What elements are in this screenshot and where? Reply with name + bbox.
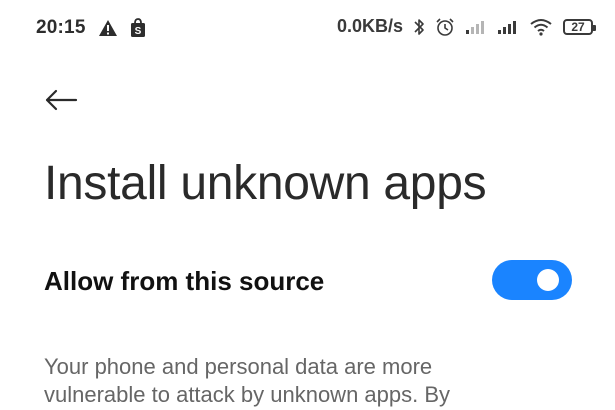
network-speed: 0.0KB/s — [336, 16, 403, 36]
warning-icon — [98, 19, 118, 37]
allow-from-source-row[interactable]: Allow from this source — [0, 250, 615, 312]
description-line: vulnerable to attack by unknown apps. By — [44, 382, 451, 407]
signal-weak-icon — [465, 19, 487, 35]
bluetooth-icon — [413, 17, 425, 37]
back-button[interactable] — [44, 80, 88, 120]
battery-level: 27 — [571, 19, 585, 34]
warning-description: Your phone and personal data are more vu… — [44, 353, 584, 409]
alarm-icon — [435, 17, 455, 37]
battery-icon: 27 — [563, 18, 596, 35]
setting-label: Allow from this source — [44, 266, 325, 296]
status-bar-left: 20:15 S — [36, 17, 146, 39]
signal-icon — [497, 19, 519, 35]
status-clock: 20:15 — [36, 17, 86, 38]
toggle-knob — [537, 269, 559, 291]
svg-text:S: S — [134, 26, 141, 37]
status-bar-right: 0.0KB/s 27 — [336, 16, 596, 37]
description-line: Your phone and personal data are more — [44, 354, 433, 379]
wifi-icon — [529, 17, 553, 37]
page-title: Install unknown apps — [44, 157, 487, 210]
app-screen: 20:15 S 0.0KB/s 27 Install unknown apps … — [0, 0, 615, 410]
back-arrow-icon — [45, 89, 78, 111]
shopping-bag-icon: S — [130, 18, 146, 38]
allow-from-source-toggle[interactable] — [492, 260, 572, 300]
status-bar: 20:15 S 0.0KB/s 27 — [0, 0, 615, 56]
